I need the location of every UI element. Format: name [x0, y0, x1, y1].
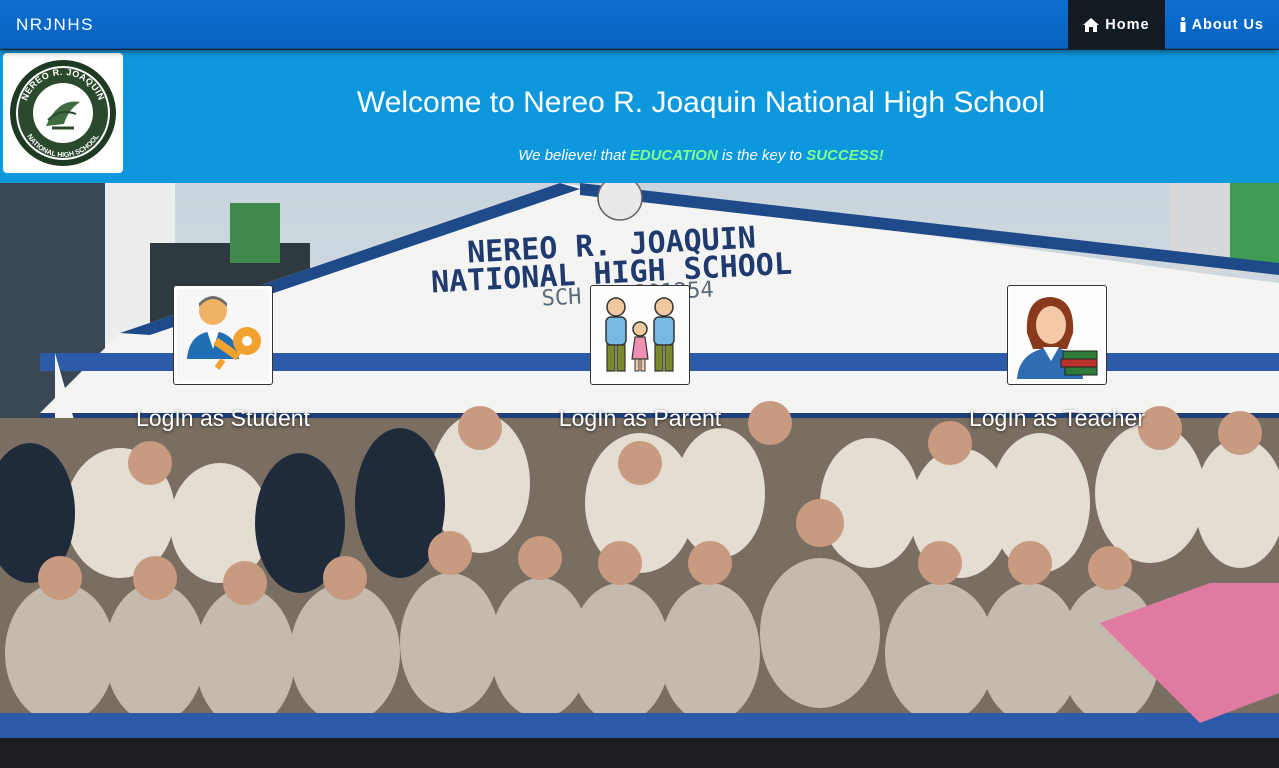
- tagline-part2: is the key to: [717, 147, 807, 164]
- student-login-icon-box[interactable]: [173, 285, 273, 385]
- nav-home-label: Home: [1105, 16, 1150, 33]
- school-seal-icon: NEREO R. JOAQUIN NATIONAL HIGH SCHOOL: [10, 60, 116, 166]
- info-icon: [1180, 17, 1186, 32]
- parent-login-icon-box[interactable]: [590, 285, 690, 385]
- login-teacher-label[interactable]: LogIn as Teacher: [969, 405, 1145, 432]
- student-key-icon: [177, 289, 269, 381]
- login-parent-label[interactable]: LogIn as Parent: [559, 405, 721, 432]
- login-parent[interactable]: LogIn as Parent: [540, 285, 740, 432]
- teacher-login-icon-box[interactable]: [1007, 285, 1107, 385]
- header-banner: NEREO R. JOAQUIN NATIONAL HIGH SCHOOL We…: [0, 50, 1279, 183]
- login-teacher[interactable]: LogIn as Teacher: [957, 285, 1157, 432]
- home-icon: [1083, 17, 1100, 32]
- login-student[interactable]: LogIn as Student: [123, 285, 323, 432]
- tagline: We believe! that EDUCATION is the key to…: [123, 147, 1279, 164]
- tagline-part1: We believe! that: [518, 147, 630, 164]
- nav-home[interactable]: Home: [1068, 0, 1165, 49]
- parents-family-icon: [594, 289, 686, 381]
- top-navbar: NRJNHS Home About Us: [0, 0, 1279, 49]
- nav-about-label: About Us: [1191, 16, 1264, 33]
- school-logo: NEREO R. JOAQUIN NATIONAL HIGH SCHOOL: [3, 53, 123, 173]
- brand-link[interactable]: NRJNHS: [16, 0, 94, 49]
- hero-section: NEREO R. JOAQUIN NATIONAL HIGH SCHOOL SC…: [0, 183, 1279, 768]
- tagline-highlight-success: SUCCESS!: [806, 147, 884, 164]
- school-photo-background: NEREO R. JOAQUIN NATIONAL HIGH SCHOOL SC…: [0, 183, 1279, 768]
- teacher-books-icon: [1011, 289, 1103, 381]
- nav-menu: Home About Us: [1068, 0, 1279, 49]
- login-student-label[interactable]: LogIn as Student: [136, 405, 310, 432]
- tagline-highlight-education: EDUCATION: [629, 147, 718, 164]
- welcome-heading: Welcome to Nereo R. Joaquin National Hig…: [356, 86, 1046, 119]
- nav-about-us[interactable]: About Us: [1165, 0, 1279, 49]
